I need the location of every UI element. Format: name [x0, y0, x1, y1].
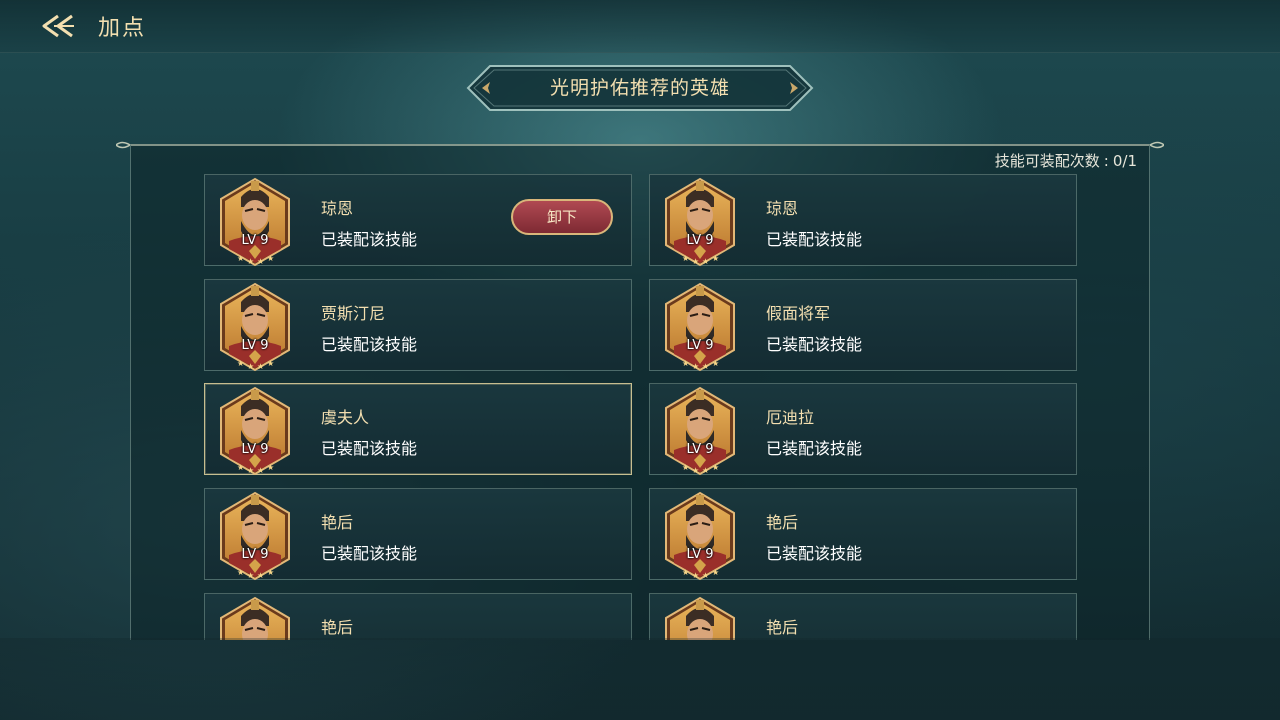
hero-card[interactable]: LV 9 艳后 已装配该技能 [649, 488, 1077, 580]
hero-name: 假面将军 [766, 304, 831, 323]
hero-level: LV 9 [686, 233, 714, 248]
hero-avatar: LV 9 [219, 280, 291, 372]
hero-card[interactable]: LV 9 艳后 已装配该技能 [204, 488, 632, 580]
hero-card[interactable]: 艳后 [204, 593, 632, 640]
hero-level: LV 9 [241, 233, 269, 248]
hero-level: LV 9 [686, 338, 714, 353]
recommend-banner: 光明护佑推荐的英雄 [466, 64, 814, 112]
bottom-fade [0, 638, 1280, 720]
hero-portrait-icon [220, 283, 290, 371]
hero-name: 琼恩 [321, 199, 354, 218]
hero-avatar: LV 9 [664, 489, 736, 581]
hero-status: 已装配该技能 [321, 335, 418, 354]
hero-status: 已装配该技能 [766, 335, 863, 354]
hero-name: 贾斯汀尼 [321, 304, 386, 323]
hero-portrait-icon [665, 597, 735, 640]
hero-name: 厄迪拉 [766, 408, 815, 427]
hero-card[interactable]: LV 9 琼恩 已装配该技能 [649, 174, 1077, 266]
equip-quota-label: 技能可装配次数 [994, 152, 1100, 170]
hero-name: 虞夫人 [321, 408, 370, 427]
hero-avatar: LV 9 [219, 384, 291, 476]
hero-avatar: LV 9 [664, 175, 736, 267]
hero-name: 艳后 [321, 618, 354, 637]
hero-avatar [219, 594, 291, 640]
hero-status: 已装配该技能 [321, 544, 418, 563]
banner-title: 光明护佑推荐的英雄 [549, 77, 730, 99]
hero-portrait-icon [665, 178, 735, 266]
equip-quota: 技能可装配次数:0/1 [994, 152, 1137, 170]
equip-quota-value: 0/1 [1112, 152, 1137, 170]
hero-card[interactable]: LV 9 厄迪拉 已装配该技能 [649, 383, 1077, 475]
hero-avatar [664, 594, 736, 640]
hero-level: LV 9 [241, 338, 269, 353]
double-chevron-left-icon [42, 14, 74, 38]
hero-name: 琼恩 [766, 199, 799, 218]
hero-status: 已装配该技能 [321, 230, 418, 249]
hero-portrait-icon [220, 597, 290, 640]
hero-level: LV 9 [686, 547, 714, 562]
hero-level: LV 9 [241, 547, 269, 562]
panel-corner-right [1150, 141, 1164, 149]
hero-card[interactable]: LV 9 琼恩 已装配该技能 卸下 [204, 174, 632, 266]
hero-status: 已装配该技能 [321, 439, 418, 458]
hero-avatar: LV 9 [664, 280, 736, 372]
unequip-button[interactable]: 卸下 [511, 199, 613, 235]
hero-portrait-icon [665, 387, 735, 475]
hero-card-selected[interactable]: LV 9 虞夫人 已装配该技能 [204, 383, 632, 475]
hero-name: 艳后 [321, 513, 354, 532]
hero-status: 已装配该技能 [766, 544, 863, 563]
hero-list-panel: 技能可装配次数:0/1 LV 9 琼恩 已装配该技能 卸下 LV 9 琼恩 已装… [130, 144, 1150, 640]
page-title: 加点 [98, 16, 147, 41]
hero-portrait-icon [220, 492, 290, 580]
hero-status: 已装配该技能 [766, 230, 863, 249]
hero-portrait-icon [665, 492, 735, 580]
hero-card[interactable]: LV 9 贾斯汀尼 已装配该技能 [204, 279, 632, 371]
hero-portrait-icon [665, 283, 735, 371]
hero-status: 已装配该技能 [766, 439, 863, 458]
top-bar [0, 0, 1280, 53]
hero-avatar: LV 9 [219, 489, 291, 581]
hero-name: 艳后 [766, 618, 799, 637]
hero-card[interactable]: LV 9 假面将军 已装配该技能 [649, 279, 1077, 371]
hero-avatar: LV 9 [219, 175, 291, 267]
hero-portrait-icon [220, 387, 290, 475]
hero-avatar: LV 9 [664, 384, 736, 476]
hero-card[interactable]: 艳后 [649, 593, 1077, 640]
panel-corner-left [116, 141, 130, 149]
back-button[interactable] [38, 12, 78, 40]
hero-level: LV 9 [241, 442, 269, 457]
hero-level: LV 9 [686, 442, 714, 457]
hero-name: 艳后 [766, 513, 799, 532]
hero-portrait-icon [220, 178, 290, 266]
